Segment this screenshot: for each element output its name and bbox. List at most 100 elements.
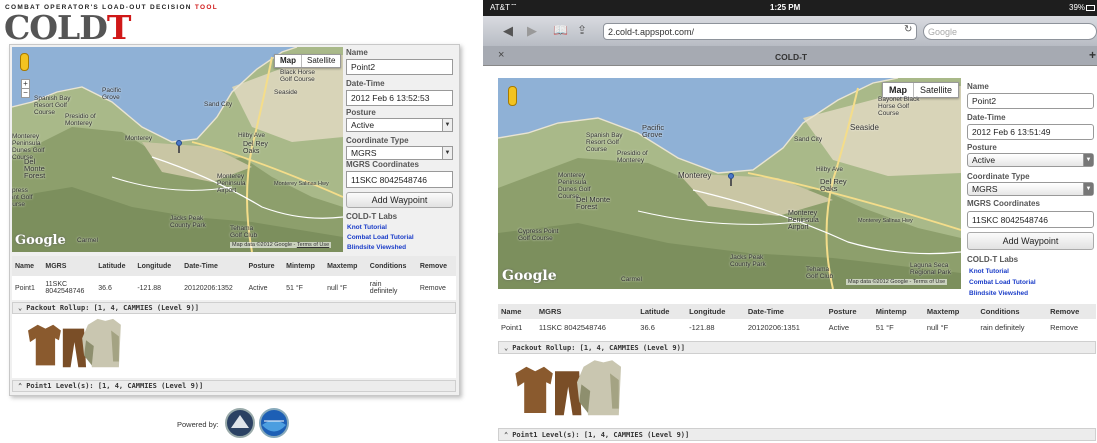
sponsor-logo-icon [225, 408, 255, 438]
place-label: Monterey Salinas Hwy [858, 218, 913, 224]
bookmarks-icon[interactable]: 📖 [553, 23, 568, 37]
combat-load-tutorial-link[interactable]: Combat Load Tutorial [969, 279, 1036, 286]
share-icon[interactable]: ⇪ [577, 23, 587, 37]
blindsite-viewshed-link[interactable]: Blindsite Viewshed [969, 290, 1028, 297]
posture-select[interactable]: Active ▼ [346, 118, 453, 132]
point-levels-header[interactable]: ⌃ Point1 Level(s): [1, 4, CAMMIES (Level … [12, 380, 456, 392]
place-label: Pacific Grove [642, 123, 665, 139]
datetime-label: Date-Time [967, 113, 1006, 122]
mgrs-input[interactable]: 11SKC 8042548746 [346, 171, 453, 188]
blindsite-viewshed-link[interactable]: Blindsite Viewshed [347, 244, 406, 251]
cell-maxtemp: null °F [327, 284, 347, 292]
cell-longitude: -121.88 [137, 284, 162, 292]
datetime-input[interactable]: 2012 Feb 6 13:51:49 [967, 124, 1094, 140]
combat-shirt-camo-icon [82, 318, 121, 368]
chevron-up-icon: ⌃ [504, 430, 509, 439]
coordinate-type-label: Coordinate Type [346, 136, 409, 145]
place-label: Jacks Peak County Park [730, 254, 766, 268]
place-label: Del Monte Forest [24, 157, 46, 180]
packout-rollup-header[interactable]: ⌄ Packout Rollup: [1, 4, CAMMIES (Level 9… [12, 302, 456, 314]
remove-link[interactable]: Remove [417, 276, 456, 300]
cell-mgrs: 11SKC 8042548746 [538, 323, 606, 332]
col-latitude: Latitude [637, 304, 687, 319]
chevron-down-icon: ⌄ [18, 304, 23, 312]
logo-main: COLD [4, 8, 108, 47]
waypoint-marker-icon[interactable] [728, 173, 734, 186]
cell-name: Point1 [15, 284, 35, 292]
street-view-pegman-icon[interactable] [20, 53, 29, 71]
labs-title: COLD-T Labs [346, 212, 398, 221]
point-levels-text: Point1 Level(s): [1, 4, CAMMIES (Level 9… [512, 430, 690, 439]
tagline-accent: TOOL [194, 4, 219, 11]
map-attribution: Map data ©2012 Google - Terms of Use [230, 242, 332, 248]
col-remove: Remove [416, 256, 456, 276]
col-name: Name [498, 304, 536, 319]
map-view[interactable]: Map Satellite Bayonet Black Horse Golf C… [498, 78, 961, 289]
gear-images [28, 318, 121, 368]
place-label: Tehama Golf Club [806, 266, 834, 280]
name-input[interactable]: Point2 [967, 93, 1094, 109]
google-logo: Google [502, 268, 557, 284]
carrier-label: AT&T [490, 3, 510, 12]
zoom-control[interactable]: + − [21, 79, 30, 98]
knot-tutorial-link[interactable]: Knot Tutorial [347, 224, 387, 231]
reload-icon[interactable]: ↻ [904, 24, 912, 35]
cell-mintemp: 51 °F [875, 323, 894, 332]
map-mode-button[interactable]: Map [275, 55, 302, 67]
street-view-pegman-icon[interactable] [508, 86, 517, 106]
back-icon[interactable]: ◀ [503, 23, 513, 39]
cell-posture: Active [828, 323, 849, 332]
address-bar[interactable]: 2.cold-t.appspot.com/ [603, 23, 917, 40]
packout-rollup-header[interactable]: ⌄ Packout Rollup: [1, 4, CAMMIES (Level 9… [498, 341, 1096, 354]
coordinate-type-value: MGRS [972, 184, 998, 194]
satellite-mode-button[interactable]: Satellite [914, 83, 958, 97]
point-levels-header[interactable]: ⌃ Point1 Level(s): [1, 4, CAMMIES (Level … [498, 428, 1096, 441]
search-field[interactable]: Google [923, 23, 1097, 40]
dropdown-arrow-icon: ▼ [1083, 183, 1093, 195]
zoom-out-button[interactable]: − [22, 88, 29, 97]
zoom-in-button[interactable]: + [22, 80, 29, 88]
posture-select[interactable]: Active ▼ [967, 153, 1094, 167]
col-name: Name [12, 256, 43, 276]
datetime-input[interactable]: 2012 Feb 6 13:52:53 [346, 90, 453, 106]
cell-longitude: -121.88 [689, 323, 715, 332]
mgrs-input[interactable]: 11SKC 8042548746 [967, 211, 1094, 228]
map-mode-button[interactable]: Map [883, 83, 914, 97]
map-type-toggle[interactable]: Map Satellite [274, 54, 342, 68]
satellite-mode-button[interactable]: Satellite [302, 55, 340, 67]
tab-title[interactable]: COLD-T [775, 52, 807, 62]
combat-load-tutorial-link[interactable]: Combat Load Tutorial [347, 234, 414, 241]
waypoint-table: Name MGRS Latitude Longitude Date-Time P… [498, 304, 1096, 336]
place-label: Monterey Peninsula Airport [788, 210, 819, 231]
col-latitude: Latitude [95, 256, 135, 276]
place-label: Laguna Seca Regional Park [910, 262, 951, 276]
shirt-tan-icon [515, 366, 553, 413]
coordinate-type-select[interactable]: MGRS ▼ [967, 182, 1094, 196]
add-waypoint-button[interactable]: Add Waypoint [967, 232, 1094, 250]
add-waypoint-button[interactable]: Add Waypoint [346, 192, 453, 208]
col-mgrs: MGRS [535, 304, 638, 319]
place-label: Sand City [794, 136, 823, 143]
remove-link[interactable]: Remove [1047, 319, 1096, 336]
coordinate-type-select[interactable]: MGRS ▼ [346, 146, 453, 160]
col-mintemp: Mintemp [283, 256, 325, 276]
place-label: Cypress Point Golf Course [518, 228, 559, 242]
map-attribution: Map data ©2012 Google - Terms of Use [846, 279, 948, 285]
cell-mintemp: 51 °F [286, 284, 303, 292]
place-label: Monterey [125, 135, 153, 142]
map-view[interactable]: + − Map Satellite Black Horse Golf Cours… [12, 47, 343, 252]
waypoint-marker-icon[interactable] [176, 140, 182, 153]
coordinate-type-label: Coordinate Type [967, 172, 1030, 181]
forward-icon[interactable]: ▶ [527, 23, 537, 39]
cell-datetime: 20120206:1352 [184, 284, 233, 292]
new-tab-icon[interactable]: + [1089, 48, 1096, 62]
dropdown-arrow-icon: ▼ [1083, 154, 1093, 166]
tab-close-icon[interactable]: × [498, 49, 504, 61]
posture-value: Active [972, 155, 996, 165]
wifi-icon: ⌔ [510, 2, 518, 11]
terms-link[interactable]: Terms of Use [297, 242, 329, 248]
cell-maxtemp: null °F [926, 323, 949, 332]
place-label: Carmel [621, 276, 642, 283]
name-input[interactable]: Point2 [346, 59, 453, 75]
knot-tutorial-link[interactable]: Knot Tutorial [969, 268, 1009, 275]
